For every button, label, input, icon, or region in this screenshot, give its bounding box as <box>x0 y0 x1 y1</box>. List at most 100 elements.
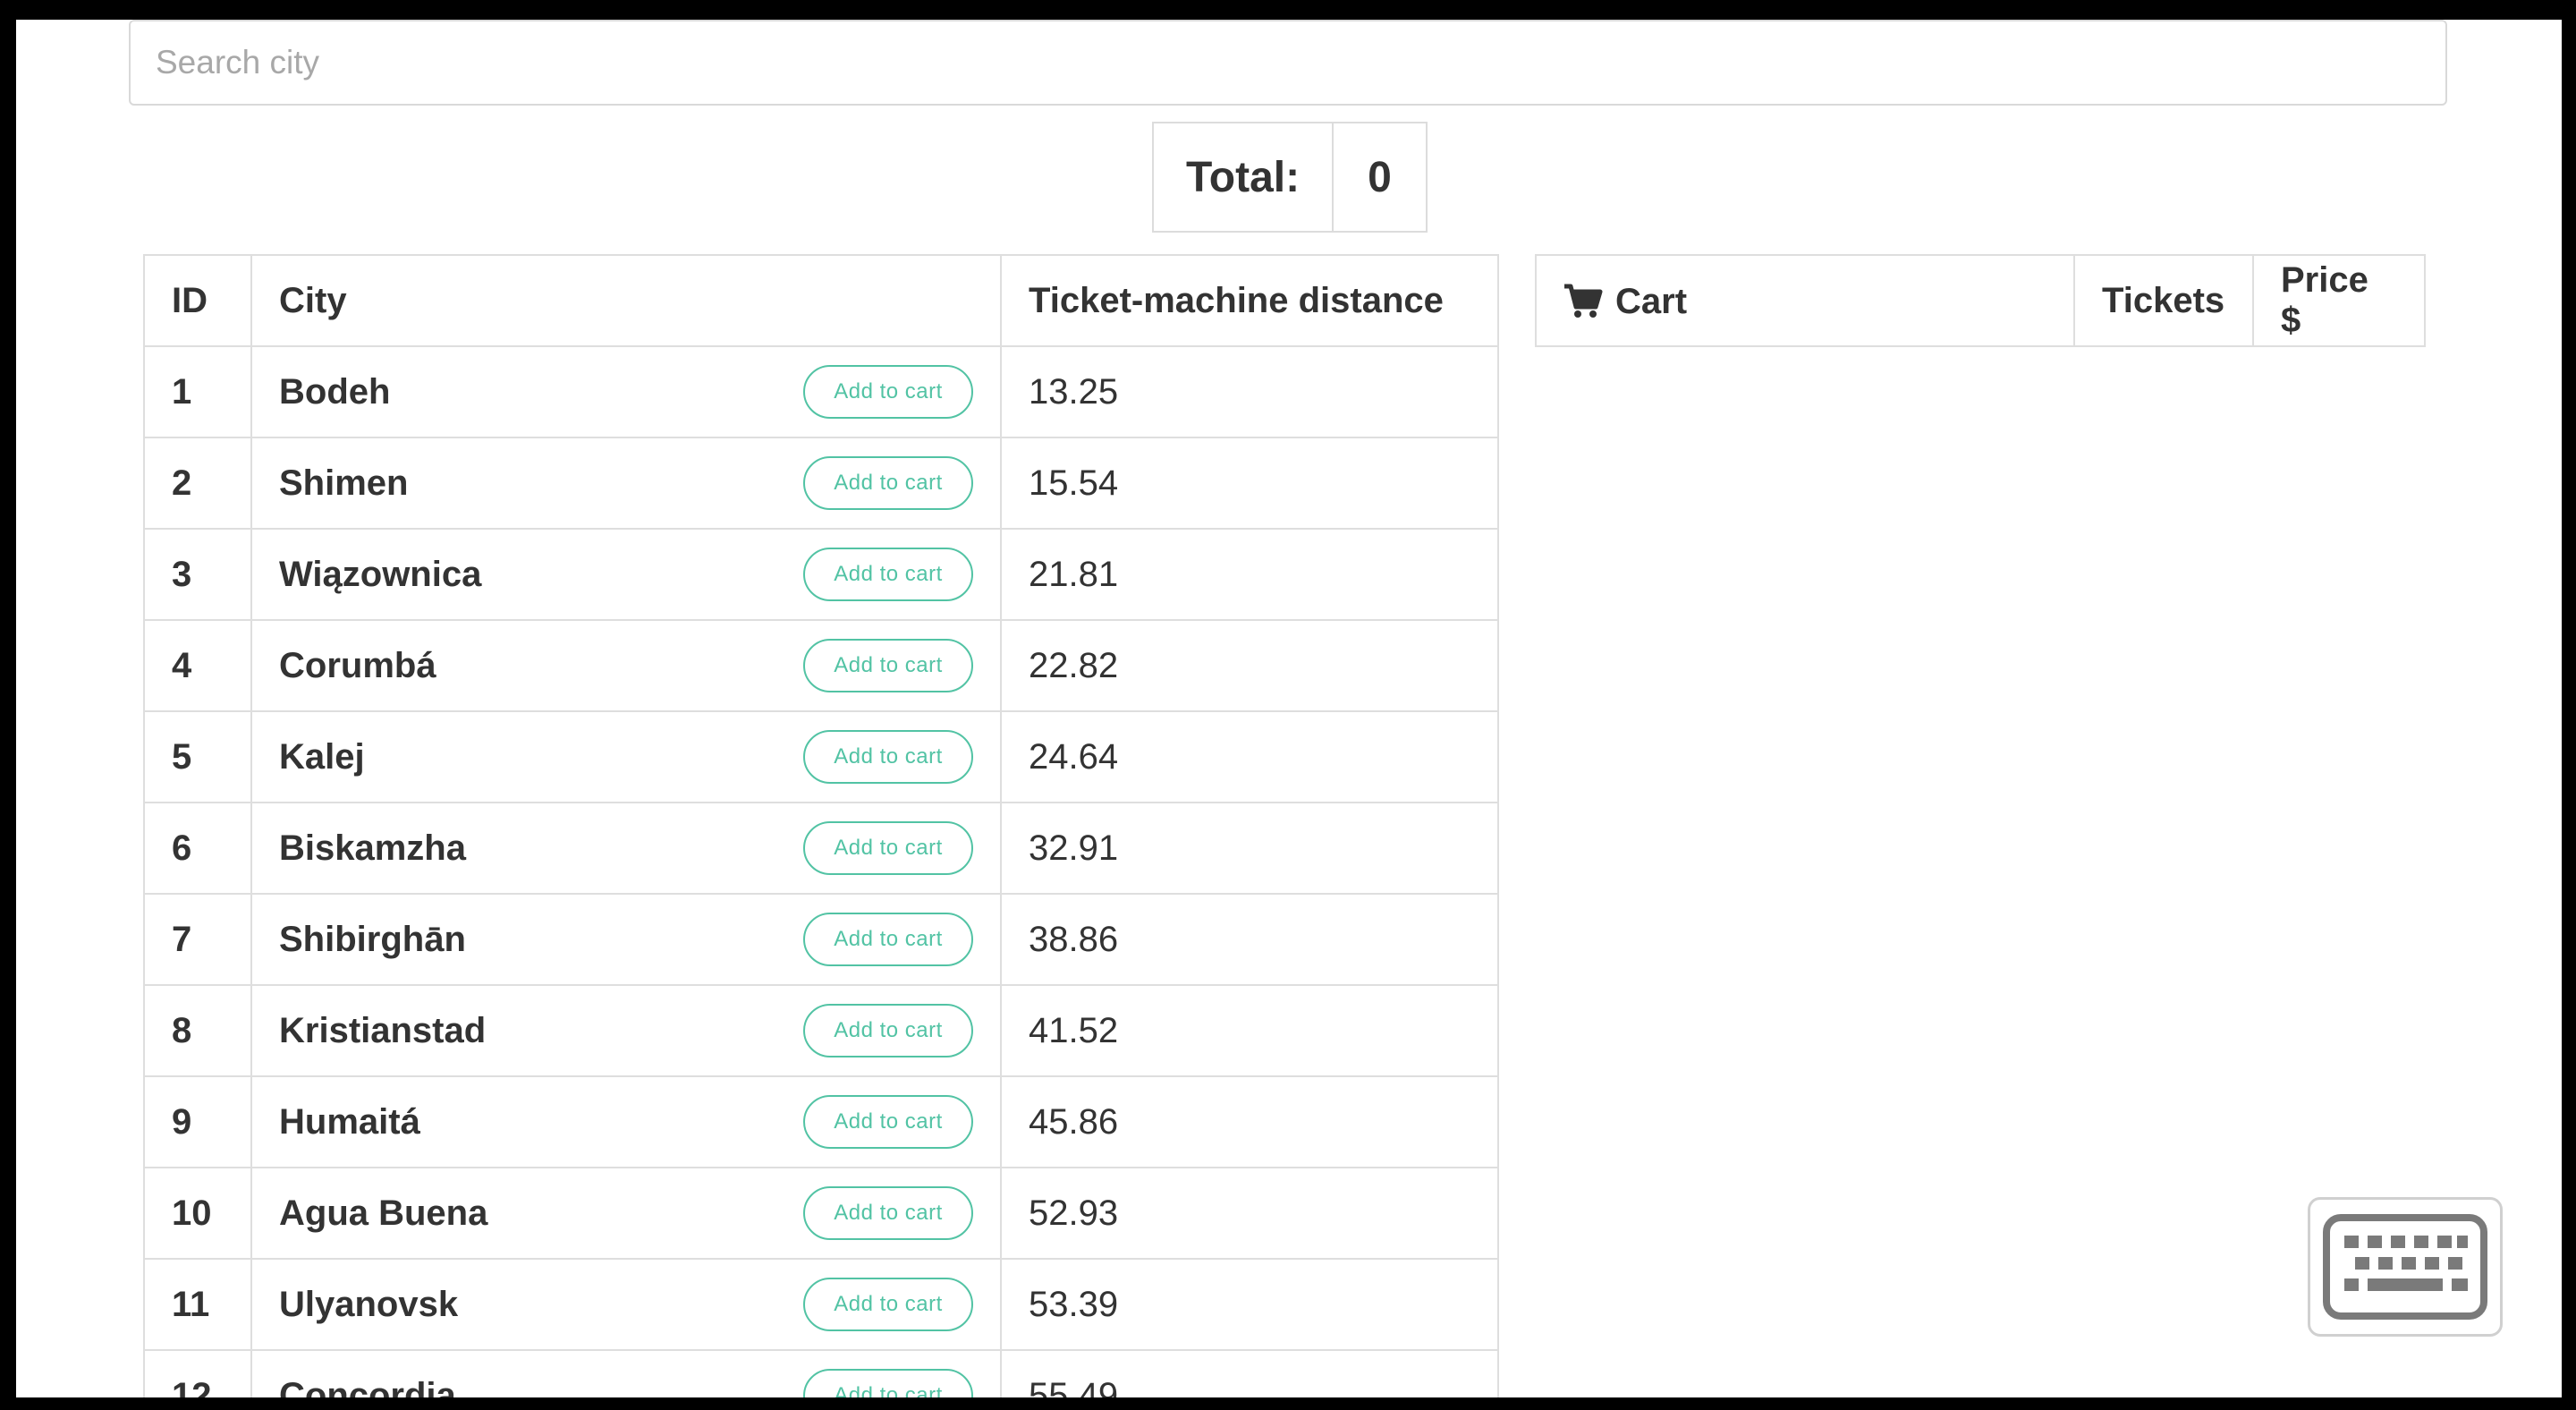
table-row: 8 Kristianstad Add to cart 41.52 <box>143 984 1499 1077</box>
table-row: 7 Shibirghān Add to cart 38.86 <box>143 893 1499 986</box>
cell-distance: 41.52 <box>1000 984 1499 1077</box>
add-to-cart-button[interactable]: Add to cart <box>803 456 973 510</box>
keyboard-icon <box>2323 1214 2487 1320</box>
keyboard-button[interactable] <box>2308 1197 2503 1337</box>
cell-id: 8 <box>143 984 252 1077</box>
cell-distance: 13.25 <box>1000 345 1499 438</box>
cell-distance: 21.81 <box>1000 528 1499 621</box>
cell-city: Agua Buena Add to cart <box>250 1167 1002 1260</box>
city-cell-content: Humaitá Add to cart <box>279 1095 973 1149</box>
cell-id: 2 <box>143 437 252 530</box>
table-row: 5 Kalej Add to cart 24.64 <box>143 710 1499 803</box>
city-cell-content: Ulyanovsk Add to cart <box>279 1278 973 1331</box>
cell-id: 12 <box>143 1349 252 1397</box>
table-row: 4 Corumbá Add to cart 22.82 <box>143 619 1499 712</box>
city-cell-content: Corumbá Add to cart <box>279 639 973 692</box>
cell-id: 11 <box>143 1258 252 1351</box>
add-to-cart-button[interactable]: Add to cart <box>803 548 973 601</box>
city-cell-content: Agua Buena Add to cart <box>279 1186 973 1240</box>
cell-distance: 22.82 <box>1000 619 1499 712</box>
column-header-distance: Ticket-machine distance <box>1000 254 1499 347</box>
city-cell-content: Kalej Add to cart <box>279 730 973 784</box>
city-cell-content: Shibirghān Add to cart <box>279 913 973 966</box>
add-to-cart-button[interactable]: Add to cart <box>803 639 973 692</box>
city-name: Concordia <box>279 1375 456 1398</box>
table-row: 6 Biskamzha Add to cart 32.91 <box>143 802 1499 895</box>
cities-table: ID City Ticket-machine distance 1 Bodeh Ad… <box>143 254 1499 1397</box>
cell-id: 1 <box>143 345 252 438</box>
city-cell-content: Bodeh Add to cart <box>279 365 973 419</box>
cell-city: Wiązownica Add to cart <box>250 528 1002 621</box>
add-to-cart-button[interactable]: Add to cart <box>803 1186 973 1240</box>
cell-distance: 55.49 <box>1000 1349 1499 1397</box>
cell-id: 5 <box>143 710 252 803</box>
cell-city: Shimen Add to cart <box>250 437 1002 530</box>
table-row: 2 Shimen Add to cart 15.54 <box>143 437 1499 530</box>
column-header-city: City <box>250 254 1002 347</box>
cell-distance: 15.54 <box>1000 437 1499 530</box>
cell-city: Kalej Add to cart <box>250 710 1002 803</box>
cell-city: Humaitá Add to cart <box>250 1075 1002 1168</box>
cell-id: 4 <box>143 619 252 712</box>
city-cell-content: Biskamzha Add to cart <box>279 821 973 875</box>
cell-distance: 52.93 <box>1000 1167 1499 1260</box>
table-row: 3 Wiązownica Add to cart 21.81 <box>143 528 1499 621</box>
city-name: Ulyanovsk <box>279 1284 459 1324</box>
cell-id: 7 <box>143 893 252 986</box>
table-row: 1 Bodeh Add to cart 13.25 <box>143 345 1499 438</box>
city-name: Shimen <box>279 463 409 503</box>
total-box: Total: 0 <box>1151 122 1428 233</box>
add-to-cart-button[interactable]: Add to cart <box>803 1004 973 1058</box>
city-name: Corumbá <box>279 645 436 685</box>
cell-city: Bodeh Add to cart <box>250 345 1002 438</box>
city-name: Kristianstad <box>279 1010 487 1050</box>
cell-id: 10 <box>143 1167 252 1260</box>
city-cell-content: Wiązownica Add to cart <box>279 548 973 601</box>
cell-distance: 38.86 <box>1000 893 1499 986</box>
add-to-cart-button[interactable]: Add to cart <box>803 730 973 784</box>
cell-distance: 45.86 <box>1000 1075 1499 1168</box>
cell-id: 6 <box>143 802 252 895</box>
city-cell-content: Concordia Add to cart <box>279 1369 973 1397</box>
cell-city: Concordia Add to cart <box>250 1349 1002 1397</box>
city-name: Bodeh <box>279 371 391 412</box>
table-row: 10 Agua Buena Add to cart 52.93 <box>143 1167 1499 1260</box>
shopping-cart-icon <box>1564 284 1603 318</box>
cell-distance: 53.39 <box>1000 1258 1499 1351</box>
city-cell-content: Kristianstad Add to cart <box>279 1004 973 1058</box>
add-to-cart-button[interactable]: Add to cart <box>803 1278 973 1331</box>
add-to-cart-button[interactable]: Add to cart <box>803 913 973 966</box>
cart-header-label: Cart <box>1615 281 1688 321</box>
cell-distance: 32.91 <box>1000 802 1499 895</box>
table-row: 12 Concordia Add to cart 55.49 <box>143 1349 1499 1397</box>
city-name: Humaitá <box>279 1101 420 1142</box>
total-value: 0 <box>1332 122 1428 233</box>
total-label: Total: <box>1151 122 1335 233</box>
cell-city: Biskamzha Add to cart <box>250 802 1002 895</box>
column-header-id: ID <box>143 254 252 347</box>
cell-id: 9 <box>143 1075 252 1168</box>
add-to-cart-button[interactable]: Add to cart <box>803 1095 973 1149</box>
cart-table: Cart Tickets Price $ <box>1535 254 2426 347</box>
add-to-cart-button[interactable]: Add to cart <box>803 1369 973 1397</box>
cell-distance: 24.64 <box>1000 710 1499 803</box>
city-name: Wiązownica <box>279 554 482 594</box>
city-cell-content: Shimen Add to cart <box>279 456 973 510</box>
table-row: 9 Humaitá Add to cart 45.86 <box>143 1075 1499 1168</box>
table-header-row: ID City Ticket-machine distance <box>143 254 1499 347</box>
cell-city: Corumbá Add to cart <box>250 619 1002 712</box>
add-to-cart-button[interactable]: Add to cart <box>803 821 973 875</box>
cell-city: Ulyanovsk Add to cart <box>250 1258 1002 1351</box>
city-name: Kalej <box>279 736 365 777</box>
column-header-cart: Cart <box>1535 254 2075 347</box>
cell-city: Shibirghān Add to cart <box>250 893 1002 986</box>
search-input[interactable] <box>129 20 2447 106</box>
cell-id: 3 <box>143 528 252 621</box>
column-header-tickets: Tickets <box>2073 254 2254 347</box>
table-row: 11 Ulyanovsk Add to cart 53.39 <box>143 1258 1499 1351</box>
cell-city: Kristianstad Add to cart <box>250 984 1002 1077</box>
add-to-cart-button[interactable]: Add to cart <box>803 365 973 419</box>
city-name: Shibirghān <box>279 919 466 959</box>
table-header-row: Cart Tickets Price $ <box>1535 254 2426 347</box>
city-name: Agua Buena <box>279 1193 488 1233</box>
